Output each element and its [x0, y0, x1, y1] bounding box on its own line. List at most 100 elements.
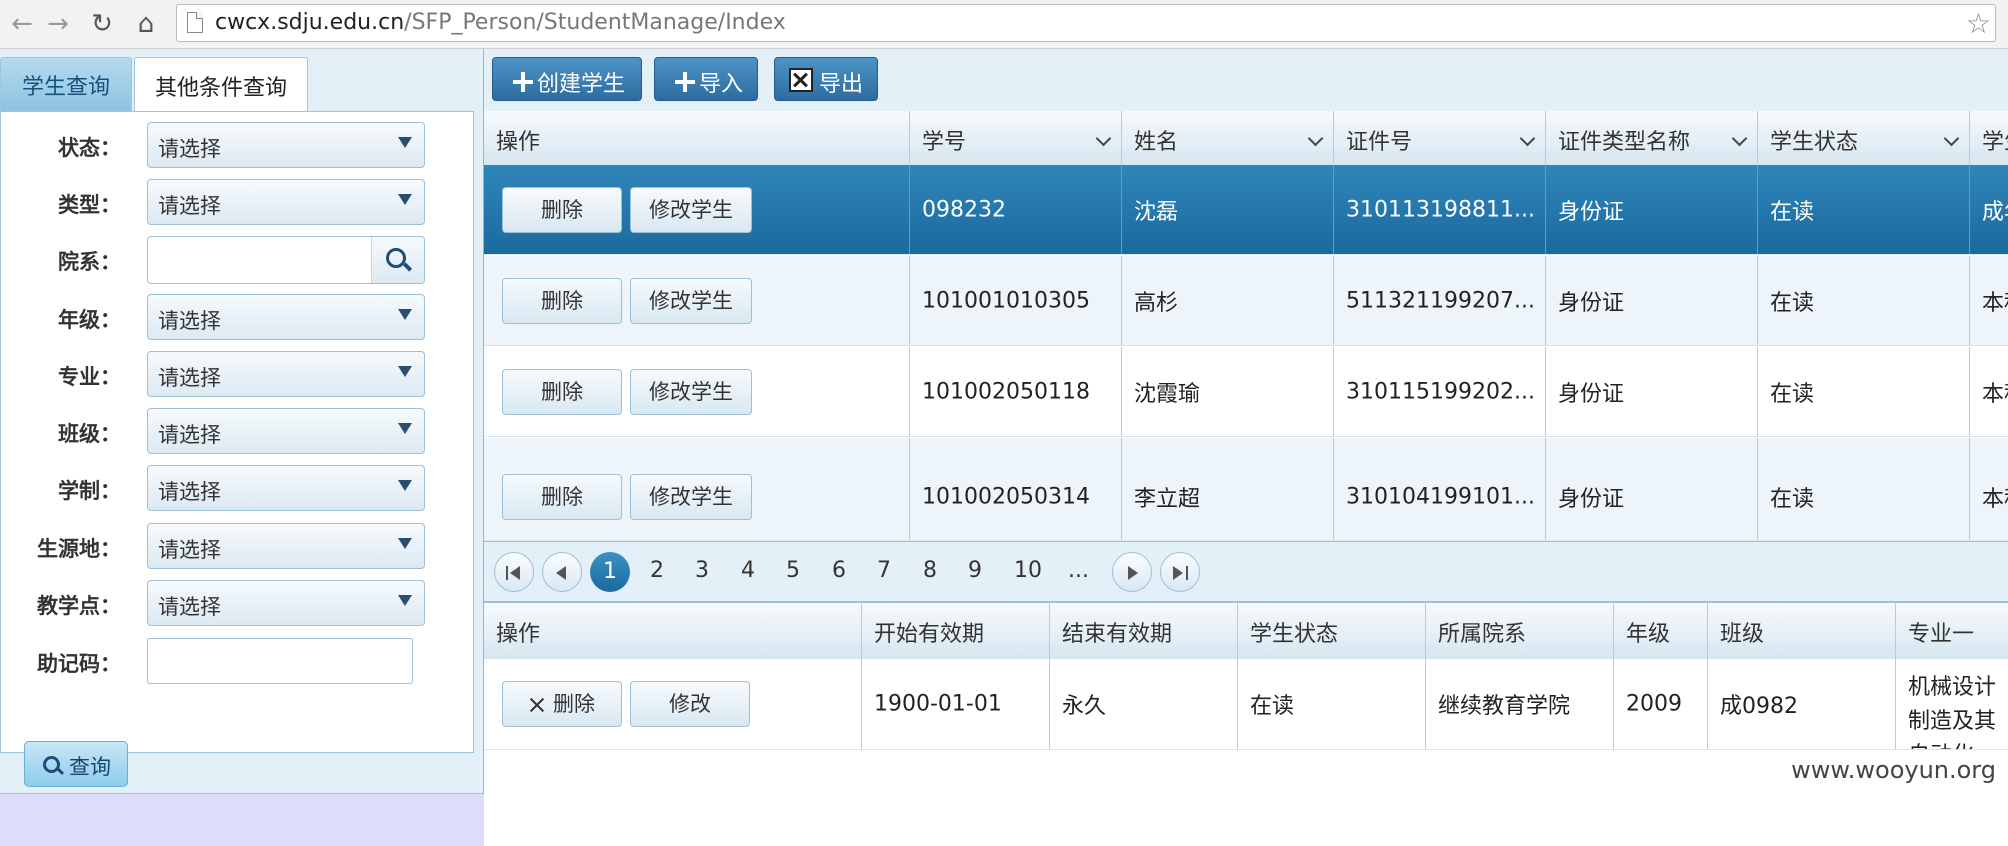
delete-button[interactable]: 删除: [502, 277, 622, 324]
page-link[interactable]: 9: [968, 558, 982, 583]
edit-student-button[interactable]: 修改学生: [630, 368, 752, 415]
page-link[interactable]: 7: [877, 558, 891, 583]
prev-page-button[interactable]: [542, 552, 582, 592]
page-link[interactable]: 4: [741, 558, 755, 583]
teaching-site-select[interactable]: 请选择: [147, 580, 425, 626]
current-page[interactable]: 1: [590, 552, 630, 592]
cert-no-cell: 511321199207...: [1334, 256, 1546, 345]
actions-cell: 删除 修改学生: [484, 256, 910, 345]
query-button[interactable]: 查询: [24, 741, 128, 787]
column-header-label: 年级: [1626, 622, 1671, 647]
column-header-label: 学生: [1982, 130, 2008, 155]
class-select[interactable]: 请选择: [147, 408, 425, 454]
page-link[interactable]: 5: [786, 558, 800, 583]
detail-table-row[interactable]: 删除 修改 1900-01-01 永久 在读 继续教育学院 2009 成0982…: [484, 659, 2008, 750]
reload-icon[interactable]: ↻: [86, 8, 118, 40]
status-cell: 在读: [1758, 256, 1970, 345]
mnemonic-input[interactable]: [147, 638, 413, 684]
edit-student-button[interactable]: 修改学生: [630, 474, 752, 521]
column-header-label: 学生状态: [1770, 130, 1859, 155]
detail-delete-button[interactable]: 删除: [502, 681, 622, 727]
status-label: 状态：: [58, 136, 121, 160]
chevron-down-icon[interactable]: [1307, 130, 1324, 147]
import-button[interactable]: 导入: [654, 57, 758, 101]
table-row[interactable]: 删除 修改学生 098232 沈磊 310113198811... 身份证 在读…: [484, 165, 2008, 255]
column-header-student-id[interactable]: 学号: [910, 111, 1122, 165]
column-header-label: 班级: [1720, 622, 1765, 647]
delete-button[interactable]: 删除: [502, 186, 622, 233]
next-page-button[interactable]: [1112, 552, 1152, 592]
name-cell: 沈霞瑜: [1122, 347, 1334, 436]
cell-value: 成0982: [1720, 694, 1798, 719]
department-search-button[interactable]: [371, 237, 424, 283]
edit-student-button[interactable]: 修改学生: [630, 277, 752, 324]
teaching-site-label: 教学点：: [37, 594, 121, 618]
column-header-label: 证件类型名称: [1558, 130, 1691, 155]
major-select[interactable]: 请选择: [147, 351, 425, 397]
export-button[interactable]: 导出: [774, 57, 878, 101]
dropdown-arrow-icon: [398, 137, 412, 148]
address-bar[interactable]: cwcx.sdju.edu.cn/SFP_Person/StudentManag…: [176, 4, 1996, 42]
mnemonic-row: 助记码：: [1, 638, 475, 686]
column-header-student-status[interactable]: 学生状态: [1758, 111, 1970, 165]
cert-no-cell: 310104199101...: [1334, 438, 1546, 540]
back-arrow-icon[interactable]: ←: [6, 8, 38, 40]
grade-row: 年级： 请选择: [1, 294, 475, 342]
grade-select[interactable]: 请选择: [147, 294, 425, 340]
page-link[interactable]: 2: [650, 558, 664, 583]
import-label: 导入: [699, 72, 744, 97]
cert-type-cell: 身份证: [1546, 256, 1758, 345]
page-link[interactable]: 10: [1014, 558, 1042, 583]
create-student-button[interactable]: 创建学生: [492, 57, 642, 101]
cell-value: 永久: [1062, 694, 1107, 719]
schooling-length-label: 学制：: [58, 479, 121, 503]
column-header-label: 操作: [496, 130, 541, 155]
tab-other-query[interactable]: 其他条件查询: [134, 57, 308, 113]
column-header-more[interactable]: 学生: [1970, 111, 2008, 165]
origin-select[interactable]: 请选择: [147, 523, 425, 569]
detail-column-header-end: 结束有效期: [1050, 603, 1238, 659]
table-row[interactable]: 删除 修改学生 101002050118 沈霞瑜 310115199202...…: [484, 347, 2008, 437]
teaching-site-row: 教学点： 请选择: [1, 580, 475, 628]
type-select[interactable]: 请选择: [147, 179, 425, 225]
detail-edit-button[interactable]: 修改: [630, 681, 750, 727]
origin-row: 生源地： 请选择: [1, 523, 475, 571]
actions-cell: 删除 修改学生: [484, 165, 910, 254]
home-icon[interactable]: ⌂: [130, 8, 162, 40]
select-value: 请选择: [158, 366, 221, 390]
query-button-label: 查询: [69, 755, 111, 779]
column-header-cert-type[interactable]: 证件类型名称: [1546, 111, 1758, 165]
tab-label: 其他条件查询: [154, 75, 287, 101]
page-link[interactable]: 6: [832, 558, 846, 583]
cell-value: 310104199101...: [1346, 484, 1535, 510]
detail-actions-cell: 删除 修改: [484, 659, 862, 749]
forward-arrow-icon[interactable]: →: [42, 8, 74, 40]
chevron-down-icon[interactable]: [1731, 130, 1748, 147]
tab-student-query[interactable]: 学生查询: [0, 57, 132, 111]
page-link[interactable]: 8: [923, 558, 937, 583]
detail-end-cell: 永久: [1050, 659, 1238, 749]
bookmark-star-icon[interactable]: ☆: [1966, 7, 1991, 40]
export-label: 导出: [819, 72, 864, 97]
delete-button[interactable]: 删除: [502, 368, 622, 415]
schooling-length-select[interactable]: 请选择: [147, 465, 425, 511]
edit-student-button[interactable]: 修改学生: [630, 186, 752, 233]
chevron-down-icon[interactable]: [1095, 130, 1112, 147]
detail-column-header-class: 班级: [1708, 603, 1896, 659]
table-row[interactable]: 删除 修改学生 101002050314 李立超 310104199101...…: [484, 438, 2008, 541]
department-search-input[interactable]: [147, 236, 425, 284]
first-page-button[interactable]: [494, 552, 534, 592]
dropdown-arrow-icon: [398, 309, 412, 320]
name-cell: 高杉: [1122, 256, 1334, 345]
column-header-name[interactable]: 姓名: [1122, 111, 1334, 165]
page-ellipsis[interactable]: ...: [1068, 558, 1089, 583]
chevron-down-icon[interactable]: [1943, 130, 1960, 147]
table-row[interactable]: 删除 修改学生 101001010305 高杉 511321199207... …: [484, 256, 2008, 346]
last-page-button[interactable]: [1160, 552, 1200, 592]
page-link[interactable]: 3: [695, 558, 709, 583]
last-page-icon: [1186, 566, 1188, 580]
status-select[interactable]: 请选择: [147, 122, 425, 168]
chevron-down-icon[interactable]: [1519, 130, 1536, 147]
column-header-cert-no[interactable]: 证件号: [1334, 111, 1546, 165]
delete-button[interactable]: 删除: [502, 474, 622, 521]
